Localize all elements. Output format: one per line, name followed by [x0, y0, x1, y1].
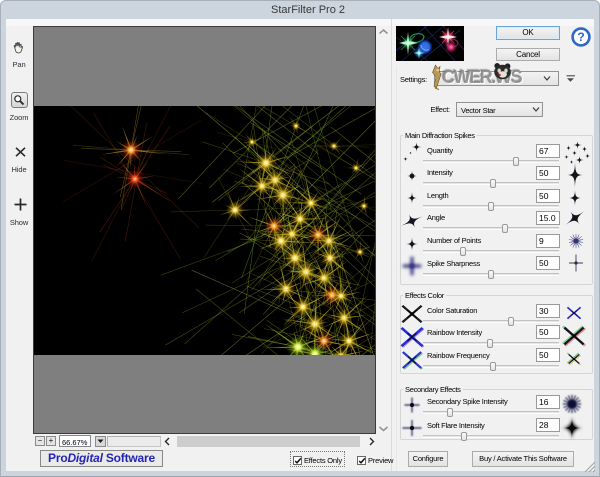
svg-text:?: ? — [577, 30, 584, 44]
